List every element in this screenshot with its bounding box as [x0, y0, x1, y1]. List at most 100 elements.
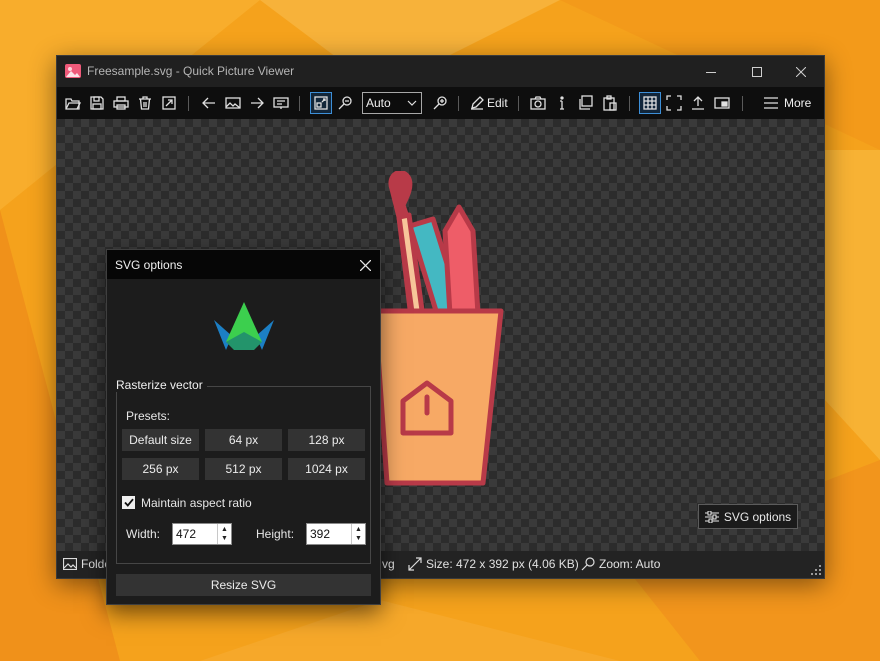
picture-in-picture-button[interactable]	[711, 92, 733, 114]
share-icon	[692, 96, 704, 110]
preset-256px-button[interactable]: 256 px	[122, 458, 199, 480]
more-label: More	[784, 96, 812, 110]
zoom-in-button[interactable]	[429, 92, 451, 114]
fullscreen-button[interactable]	[663, 92, 685, 114]
save-button[interactable]	[86, 92, 108, 114]
width-value: 472	[176, 527, 197, 541]
open-folder-icon	[65, 98, 81, 110]
close-window-button[interactable]	[778, 56, 824, 87]
maximize-button[interactable]	[734, 56, 780, 87]
paste-button[interactable]	[599, 92, 621, 114]
gallery-button[interactable]	[222, 92, 244, 114]
toolbar-separator	[742, 96, 743, 111]
width-stepper[interactable]: 472 ▲ ▼	[172, 523, 232, 545]
svg-logo-icon	[214, 302, 274, 350]
status-filename-text: vg	[382, 557, 395, 571]
maintain-aspect-label: Maintain aspect ratio	[141, 496, 252, 510]
maximize-icon	[752, 66, 762, 77]
autosize-button[interactable]	[310, 92, 332, 114]
preset-128px-button[interactable]: 128 px	[288, 429, 365, 451]
close-icon	[796, 66, 806, 77]
window-title: Freesample.svg - Quick Picture Viewer	[87, 64, 295, 78]
resize-grip-icon[interactable]	[811, 565, 822, 576]
paste-icon	[603, 95, 617, 111]
copy-icon	[579, 95, 593, 110]
checkmark-icon	[123, 498, 134, 507]
status-size-text: Size: 472 x 392 px (4.06 KB)	[426, 557, 579, 571]
checkerboard-button[interactable]	[639, 92, 661, 114]
height-label: Height:	[256, 527, 295, 541]
delete-icon	[139, 96, 151, 110]
resize-arrow-icon	[408, 557, 422, 571]
dialog-close-button[interactable]	[356, 256, 374, 274]
info-button[interactable]	[551, 92, 573, 114]
height-value: 392	[310, 527, 331, 541]
width-label: Width:	[126, 527, 161, 541]
close-icon	[359, 259, 371, 271]
stepper-up-icon[interactable]: ▲	[221, 526, 228, 533]
set-wallpaper-button[interactable]	[158, 92, 180, 114]
svg-options-label: SVG options	[723, 509, 792, 524]
previous-button[interactable]	[198, 92, 220, 114]
dialog-title: SVG options	[115, 258, 183, 272]
previous-icon	[202, 97, 215, 109]
presets-label: Presets:	[126, 409, 171, 423]
preset-1024px-button[interactable]: 1024 px	[288, 458, 365, 480]
screenshot-icon	[530, 96, 546, 110]
stepper-up-icon[interactable]: ▲	[355, 526, 362, 533]
zoom-icon	[581, 557, 595, 571]
print-icon	[113, 96, 129, 110]
preset-512px-button[interactable]: 512 px	[205, 458, 282, 480]
zoom-out-icon	[338, 96, 352, 110]
info-icon	[560, 96, 564, 110]
toolbar-separator	[188, 96, 189, 111]
height-stepper[interactable]: 392 ▲ ▼	[306, 523, 366, 545]
chevron-down-icon	[407, 100, 417, 106]
dialog-title-bar: SVG options	[107, 250, 380, 279]
slideshow-button[interactable]	[270, 92, 292, 114]
checkerboard-icon	[643, 96, 657, 110]
zoom-select-value: Auto	[366, 96, 391, 110]
edit-pen-icon	[471, 96, 484, 110]
svg-options-dialog: SVG options Rasterize vector Presets: De…	[106, 249, 381, 605]
share-button[interactable]	[687, 92, 709, 114]
more-button[interactable]: More	[762, 92, 818, 114]
toolbar-separator	[629, 96, 630, 111]
toolbar-separator	[518, 96, 519, 111]
sliders-icon	[704, 510, 719, 523]
edit-label: Edit	[487, 96, 508, 110]
next-icon	[251, 97, 264, 109]
picture-in-picture-icon	[714, 97, 730, 109]
status-folder[interactable]: Folde	[63, 557, 111, 571]
maintain-aspect-checkbox[interactable]	[122, 496, 135, 509]
open-button[interactable]	[62, 92, 84, 114]
title-bar: Freesample.svg - Quick Picture Viewer	[57, 56, 824, 87]
preset-default-size-button[interactable]: Default size	[122, 429, 199, 451]
zoom-select[interactable]: Auto	[362, 92, 422, 114]
minimize-button[interactable]	[688, 56, 734, 87]
stepper-down-icon[interactable]: ▼	[221, 535, 228, 542]
delete-button[interactable]	[134, 92, 156, 114]
next-button[interactable]	[246, 92, 268, 114]
status-zoom: Zoom: Auto	[581, 557, 660, 571]
zoom-out-button[interactable]	[334, 92, 356, 114]
app-icon	[65, 64, 81, 78]
zoom-in-icon	[433, 96, 447, 110]
print-button[interactable]	[110, 92, 132, 114]
minimize-icon	[706, 71, 716, 73]
set-wallpaper-icon	[162, 96, 176, 110]
displayed-image	[375, 171, 504, 486]
preset-64px-button[interactable]: 64 px	[205, 429, 282, 451]
fullscreen-icon	[666, 95, 682, 111]
svg-options-button[interactable]: SVG options	[698, 504, 798, 529]
width-stepper-arrows[interactable]: ▲ ▼	[217, 524, 231, 544]
status-size: Size: 472 x 392 px (4.06 KB)	[408, 557, 579, 571]
stepper-down-icon[interactable]: ▼	[355, 535, 362, 542]
screenshot-button[interactable]	[527, 92, 549, 114]
hamburger-menu-icon	[764, 97, 778, 109]
save-icon	[90, 96, 104, 110]
edit-button[interactable]: Edit	[467, 92, 513, 114]
resize-svg-button[interactable]: Resize SVG	[116, 574, 371, 596]
copy-button[interactable]	[575, 92, 597, 114]
height-stepper-arrows[interactable]: ▲ ▼	[351, 524, 365, 544]
